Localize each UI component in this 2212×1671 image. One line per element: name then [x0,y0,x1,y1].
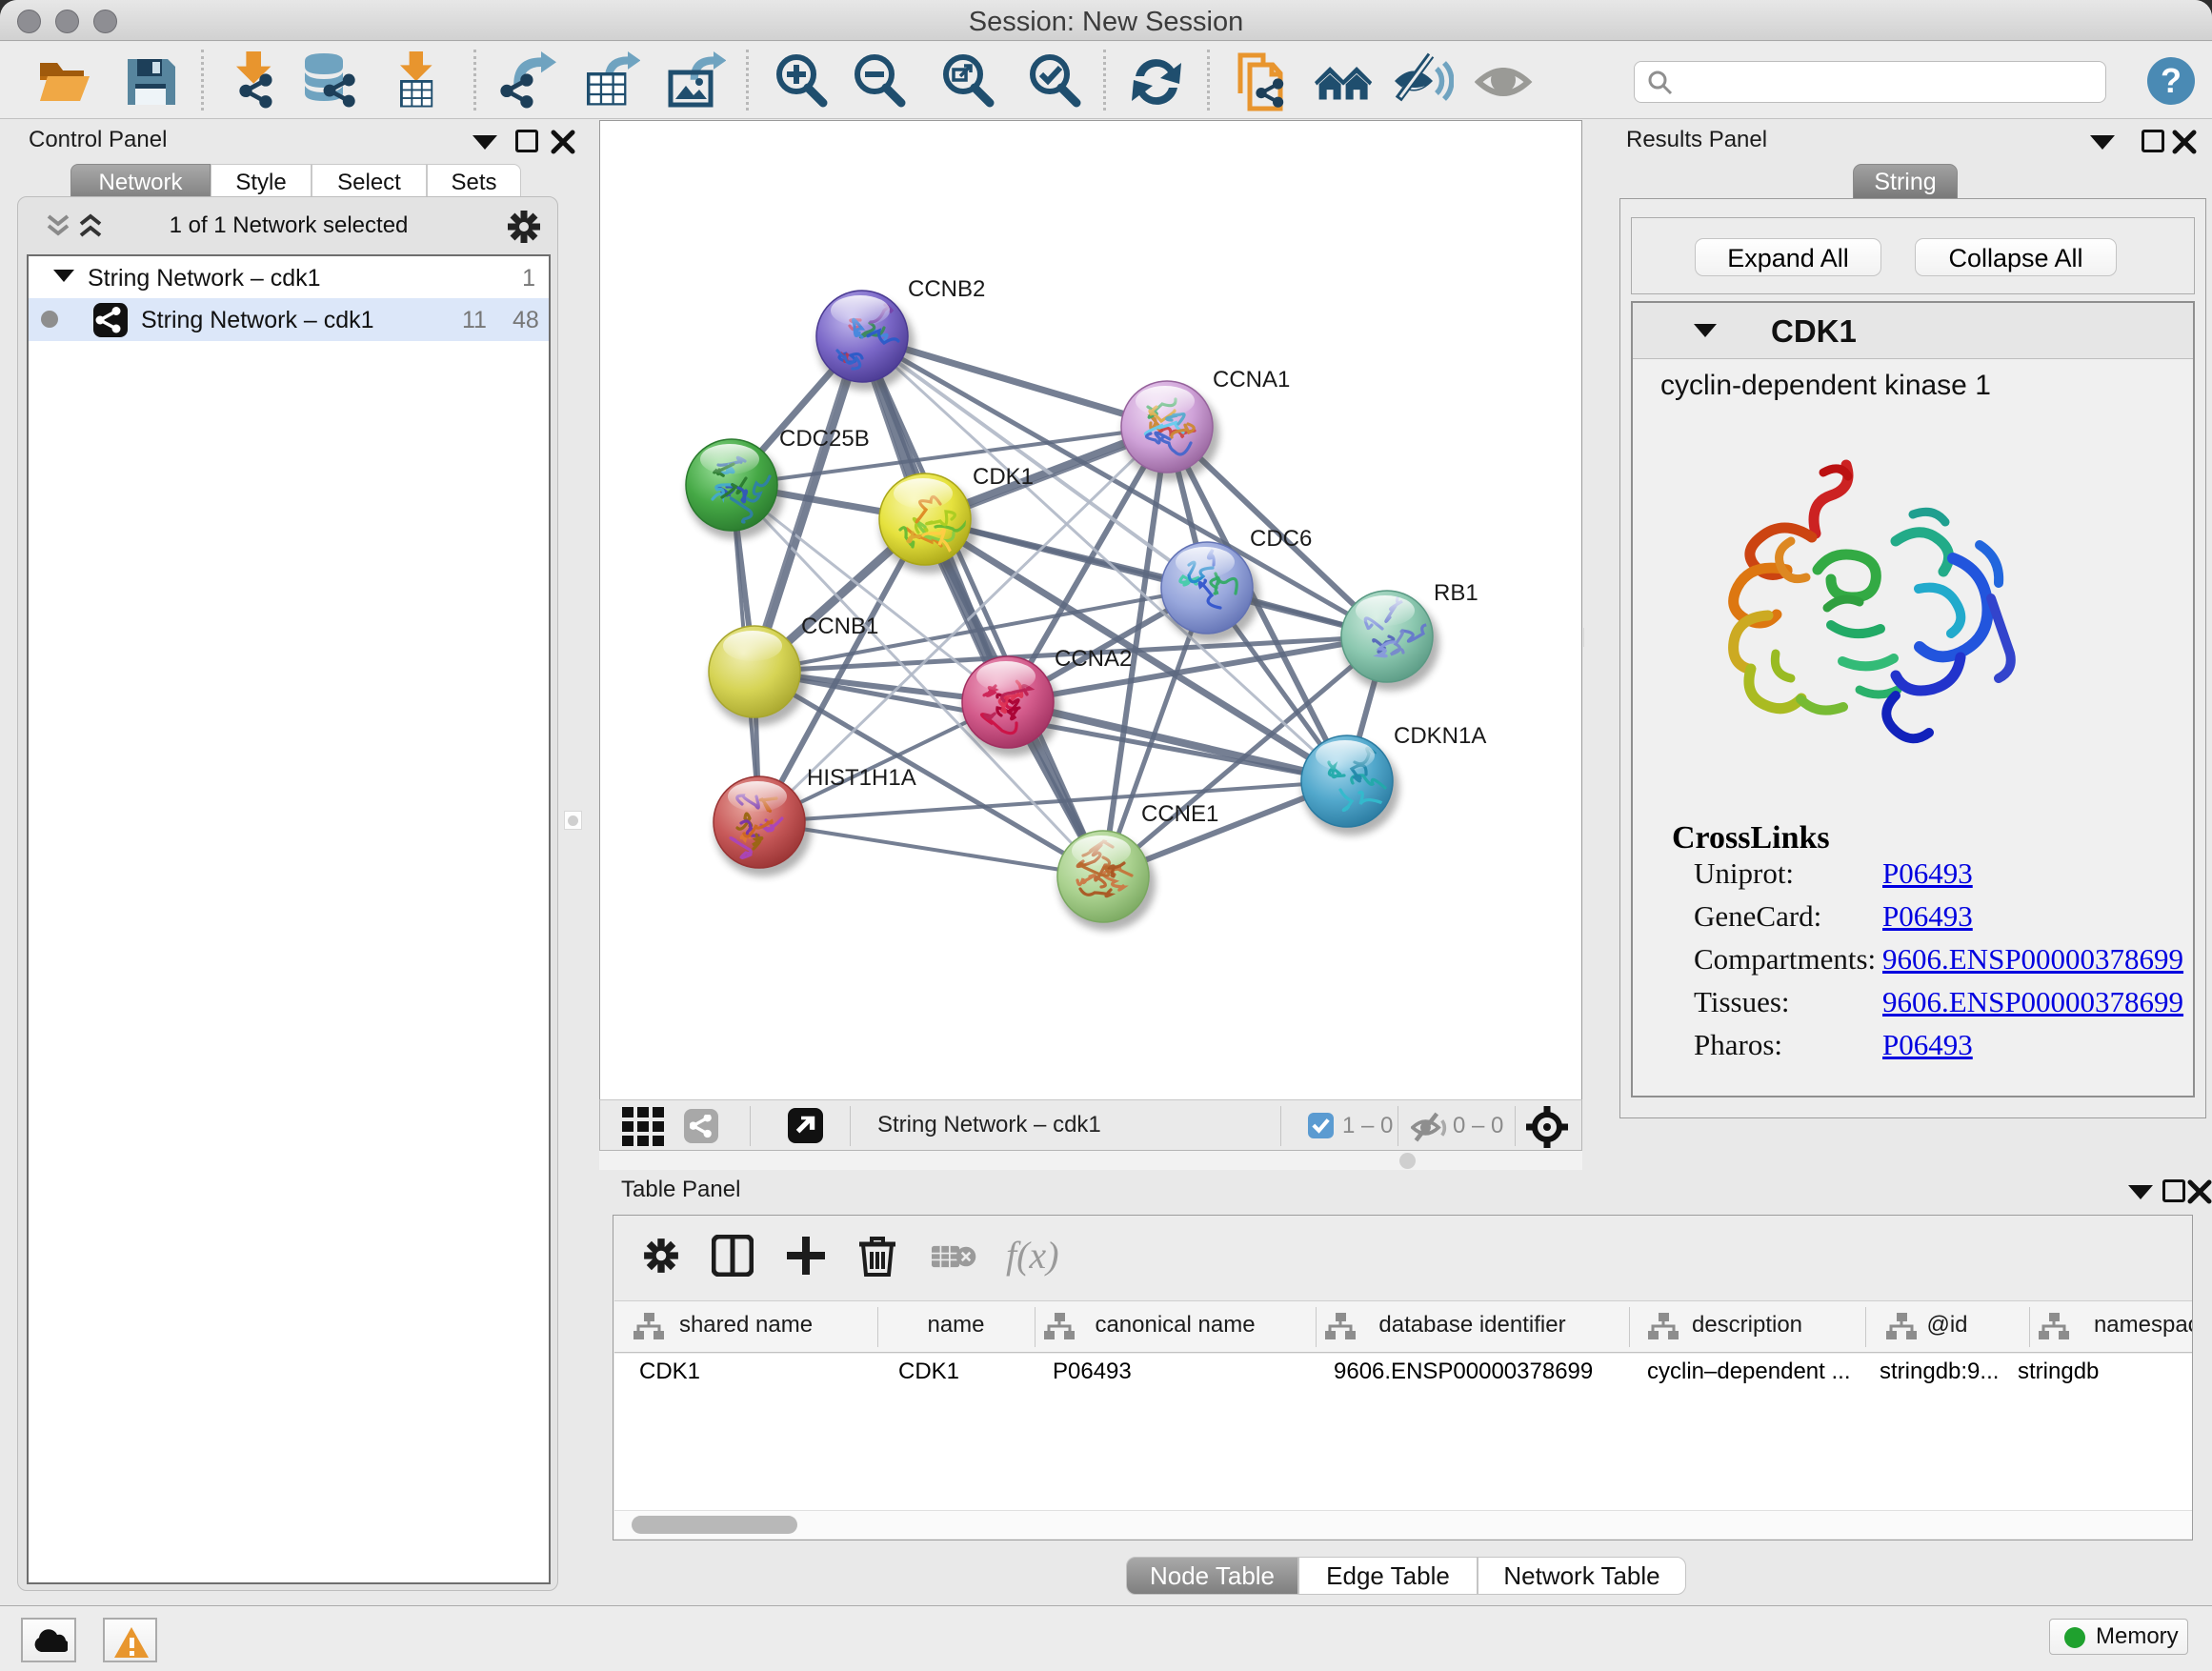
svg-text:CCNA1: CCNA1 [1213,367,1290,393]
svg-text:CDC6: CDC6 [1250,526,1312,552]
svg-text:CCNB1: CCNB1 [801,614,878,639]
svg-text:RB1: RB1 [1434,580,1478,606]
svg-text:CDC25B: CDC25B [779,426,870,452]
svg-text:CDK1: CDK1 [973,464,1034,490]
svg-text:CCNA2: CCNA2 [1055,646,1132,672]
svg-text:CCNB2: CCNB2 [908,276,985,302]
svg-text:HIST1H1A: HIST1H1A [807,765,916,791]
svg-text:CDKN1A: CDKN1A [1394,723,1486,749]
svg-text:?: ? [2161,61,2182,100]
svg-text:CCNE1: CCNE1 [1141,801,1218,827]
